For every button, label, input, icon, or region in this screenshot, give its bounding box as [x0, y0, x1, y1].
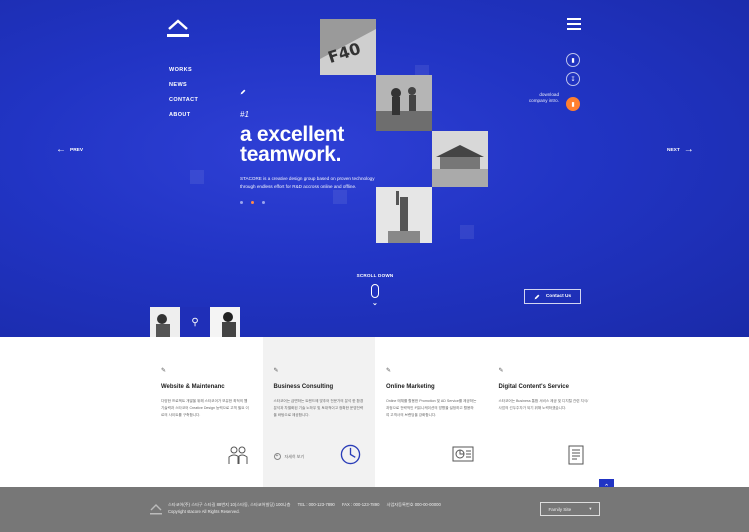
thumbnail-photo[interactable] [150, 307, 180, 337]
pencil-icon: ✎ [161, 368, 167, 374]
pencil-icon [534, 294, 540, 299]
service-text: 스타코어는 급변하는 트렌드에 맞추어 전문가의 분석 한 환경분석과 차별화된… [273, 399, 364, 417]
service-title: Digital Content's Service [498, 384, 569, 390]
next-button[interactable]: NEXT → [667, 144, 694, 155]
service-text: Online 매체를 활용한 Promotion 및 AD Service를 제… [386, 399, 477, 417]
service-title: Website & Maintenanc [161, 384, 225, 390]
decor-square [190, 170, 204, 184]
family-site-label: Family Site [548, 506, 572, 512]
contact-us-button[interactable]: Contact Us [524, 289, 581, 304]
service-consulting[interactable]: ✎ Business Consulting 스타코어는 급변하는 트렌드에 맞추… [262, 337, 375, 487]
service-marketing[interactable]: ✎ Online Marketing Online 매체를 활용한 Promot… [375, 337, 488, 487]
arrow-right-icon: → [683, 144, 694, 155]
nav-works[interactable]: WORKS [169, 66, 198, 81]
caret-down-icon: ▾ [589, 506, 592, 511]
mouse-icon [371, 284, 379, 298]
service-website[interactable]: ✎ Website & Maintenanc 다양한 프로젝트 개발을 위해 스… [150, 337, 263, 487]
logo[interactable] [167, 18, 189, 39]
service-title: Online Marketing [386, 384, 435, 390]
document-icon [568, 445, 584, 465]
clock-icon [340, 444, 361, 465]
chart-icon [452, 446, 473, 462]
more-label: 자세히 보기 [284, 453, 305, 459]
footer-copyright: Copyright stacore All Rights Reserved. [168, 509, 240, 514]
service-title: Business Consulting [273, 384, 334, 390]
family-site-select[interactable]: Family Site ▾ [540, 502, 600, 516]
slide-dots [240, 191, 273, 209]
pencil-icon: ✎ [273, 368, 279, 374]
scroll-label: SCROLL DOWN [356, 273, 394, 278]
hamburger-menu-icon[interactable] [567, 18, 581, 30]
download-icon-button[interactable]: ↧ [566, 72, 580, 86]
nav-about[interactable]: ABOUT [169, 111, 198, 126]
contact-us-label: Contact Us [545, 294, 572, 299]
service-text: 다양한 프로젝트 개발을 위해 스타코어가 보유한 최적의 웹 기술력과 스타코… [161, 399, 249, 417]
headline-line-2: teamwork. [240, 143, 342, 166]
thumbnail-strip: ⚲ [150, 307, 240, 337]
pencil-icon: ✎ [498, 368, 504, 374]
hero-text: #1 a excellent teamwork. STACORE is a cre… [240, 82, 390, 190]
services-section: ✎ Website & Maintenanc 다양한 프로젝트 개발을 위해 스… [150, 337, 600, 487]
photo-people [376, 75, 432, 131]
company-intro-button[interactable]: ▮ [566, 97, 580, 111]
decor-square [333, 190, 347, 204]
hero-headline: a excellent teamwork. [240, 124, 390, 166]
hero-description: STACORE is a creative design group based… [240, 176, 375, 189]
footer-fax: FAX : 000-123-7890 [341, 502, 380, 507]
service-digital-content[interactable]: ✎ Digital Content's Service 스타코어는 Busine… [488, 337, 601, 487]
main-nav: WORKS NEWS CONTACT ABOUT [169, 66, 198, 126]
prev-label: PREV [70, 147, 84, 153]
chevron-down-icon: ⌄ [371, 300, 379, 307]
download-label: download company intro. [528, 92, 559, 103]
photo-palace [432, 131, 488, 187]
prev-button[interactable]: ← PREV [56, 144, 84, 155]
people-icon [228, 446, 247, 464]
decor-square [460, 225, 474, 239]
logo-mark-icon [167, 19, 189, 37]
pencil-icon [240, 89, 246, 95]
slide-number: #1 [240, 110, 249, 119]
slide-dot[interactable] [262, 201, 265, 204]
plus-icon: + [273, 453, 281, 460]
file-icon-button[interactable]: ▮ [566, 53, 580, 67]
file-icon: ▮ [571, 57, 575, 64]
slide-dot[interactable] [240, 201, 243, 204]
footer: 스타코어(주) 스타구 스타길 88번지 10(스타동, 스타코어빌딩) 100… [0, 487, 749, 532]
side-buttons: ▮ ↧ ▮ [566, 53, 580, 116]
zoom-icon[interactable]: ⚲ [180, 307, 210, 337]
next-label: NEXT [667, 147, 680, 153]
hero-section: WORKS NEWS CONTACT ABOUT #1 a excellent t… [0, 0, 749, 337]
more-link[interactable]: + 자세히 보기 [273, 453, 305, 460]
arrow-left-icon: ← [56, 144, 66, 155]
footer-tel: TEL : 000-123-7890 [297, 502, 335, 507]
photo-sign: F40 [320, 19, 376, 75]
thumbnail-photo[interactable] [210, 307, 240, 337]
photo-statue [376, 187, 432, 243]
footer-logo-icon [150, 504, 162, 515]
slide-dot-active[interactable] [251, 201, 254, 204]
document-icon: ▮ [571, 101, 575, 108]
scroll-down[interactable]: SCROLL DOWN ⌄ [355, 273, 395, 307]
service-text: 스타코어는 Business 통합 서비스 제공 및 디지털 관련 지식/사업의… [498, 399, 589, 410]
nav-contact[interactable]: CONTACT [169, 96, 198, 111]
footer-info: 스타코어(주) 스타구 스타길 88번지 10(스타동, 스타코어빌딩) 100… [168, 501, 447, 515]
footer-address: 스타코어(주) 스타구 스타길 88번지 10(스타동, 스타코어빌딩) 100… [168, 502, 291, 507]
download-icon: ↧ [570, 76, 576, 83]
footer-biz-number: 사업자등록번호 000-00-00000 [386, 502, 441, 507]
pencil-icon: ✎ [386, 368, 392, 374]
nav-news[interactable]: NEWS [169, 81, 198, 96]
